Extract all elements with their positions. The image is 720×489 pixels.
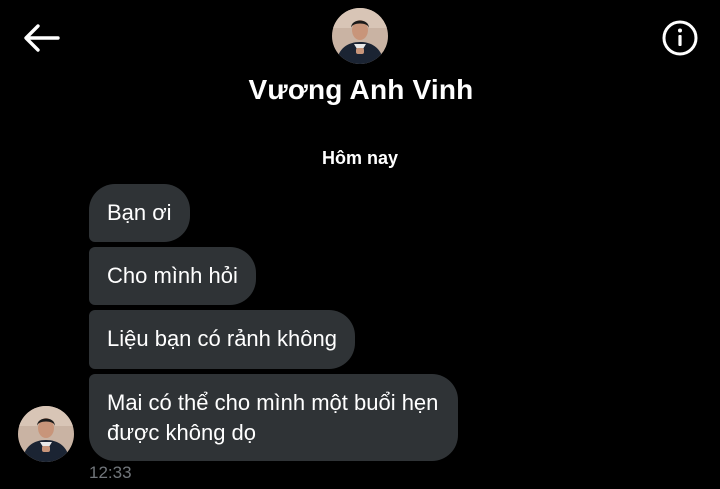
arrow-left-icon xyxy=(24,24,60,52)
info-button[interactable] xyxy=(660,18,700,58)
back-button[interactable] xyxy=(20,20,62,56)
info-circle-icon xyxy=(662,20,698,56)
contact-avatar[interactable] xyxy=(332,8,388,64)
avatar-photo xyxy=(18,406,74,462)
contact-name[interactable]: Vương Anh Vinh xyxy=(0,74,720,106)
message-timestamp: 12:33 xyxy=(89,463,132,482)
message-bubble[interactable]: Liệu bạn có rảnh không xyxy=(89,310,355,369)
message-bubble[interactable]: Mai có thể cho mình một buổi hẹn được kh… xyxy=(89,374,458,461)
avatar-photo xyxy=(332,8,388,64)
message-bubble[interactable]: Bạn ơi xyxy=(89,184,190,242)
date-divider: Hôm nay xyxy=(321,148,399,168)
sender-avatar[interactable] xyxy=(18,406,74,462)
message-bubble[interactable]: Cho mình hỏi xyxy=(89,247,256,305)
